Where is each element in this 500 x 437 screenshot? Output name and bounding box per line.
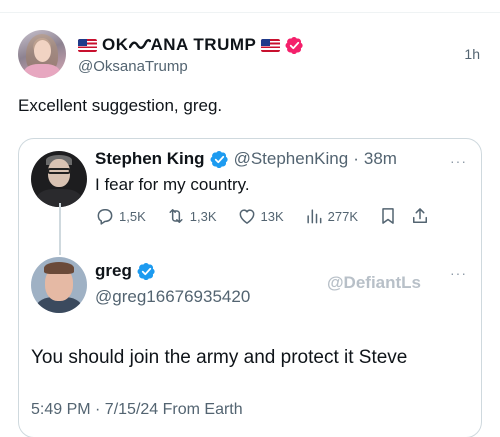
reply-author-name[interactable]: greg <box>95 261 132 281</box>
bookmark-icon <box>382 208 394 224</box>
quoted-post-text: I fear for my country. <box>95 175 250 194</box>
repost-button[interactable]: 1,3K <box>166 206 217 226</box>
quoted-post-card[interactable]: Stephen King @StephenKing · 38m ··· I fe… <box>18 138 482 437</box>
post-text: Excellent suggestion, greg. <box>18 96 223 115</box>
like-count: 13K <box>260 208 284 224</box>
quoted-author-line: Stephen King @StephenKing · 38m <box>95 149 397 169</box>
share-icon <box>413 208 428 223</box>
verified-badge-icon <box>285 36 303 54</box>
like-button[interactable]: 13K <box>237 206 284 226</box>
us-flag-icon <box>261 38 281 52</box>
stephen-king-avatar[interactable] <box>31 151 87 207</box>
reply-post-meta: 5:49 PM · 7/15/24 From Earth <box>31 401 243 418</box>
post-timestamp[interactable]: 1h <box>464 46 480 62</box>
action-bar: 1,5K 1,3K 13K 277K <box>95 205 442 227</box>
author-handle[interactable]: @OksanaTrump <box>78 58 188 75</box>
greg-avatar[interactable] <box>31 257 87 313</box>
top-divider <box>0 12 500 13</box>
avatar[interactable] <box>18 30 66 78</box>
quoted-author-handle[interactable]: @StephenKing <box>234 149 349 169</box>
thread-connector-line <box>59 203 61 255</box>
us-flag-icon <box>78 38 97 52</box>
reply-post-text: You should join the army and protect it … <box>31 347 408 368</box>
views-chart-icon <box>307 209 322 224</box>
quoted-timestamp[interactable]: 38m <box>364 149 397 169</box>
more-options-icon[interactable]: ··· <box>450 153 467 169</box>
views-button[interactable]: 277K <box>304 206 358 226</box>
heart-icon <box>239 209 254 224</box>
more-options-icon[interactable]: ··· <box>450 265 467 281</box>
reply-count: 1,5K <box>119 208 146 224</box>
watermark-text: @DefiantLs <box>326 273 421 292</box>
author-name-line[interactable]: OK ANA TRUMP <box>78 34 304 56</box>
bookmark-button[interactable] <box>378 206 398 226</box>
post-header: OK ANA TRUMP @OksanaTrump 1h <box>18 30 488 82</box>
reply-author-line: greg <box>95 261 156 281</box>
repost-count: 1,3K <box>189 208 217 224</box>
verified-badge-icon <box>210 150 228 168</box>
view-count: 277K <box>327 208 359 224</box>
author-display-name[interactable]: OK ANA TRUMP <box>102 35 256 55</box>
reply-author-handle[interactable]: @greg16676935420 <box>95 287 250 307</box>
share-button[interactable] <box>410 206 430 226</box>
reply-button[interactable]: 1,5K <box>95 206 146 226</box>
quoted-author-name[interactable]: Stephen King <box>95 149 205 169</box>
reply-icon <box>97 209 113 225</box>
repost-icon <box>169 209 183 223</box>
separator-dot: · <box>353 149 359 168</box>
verified-badge-icon <box>137 262 155 280</box>
